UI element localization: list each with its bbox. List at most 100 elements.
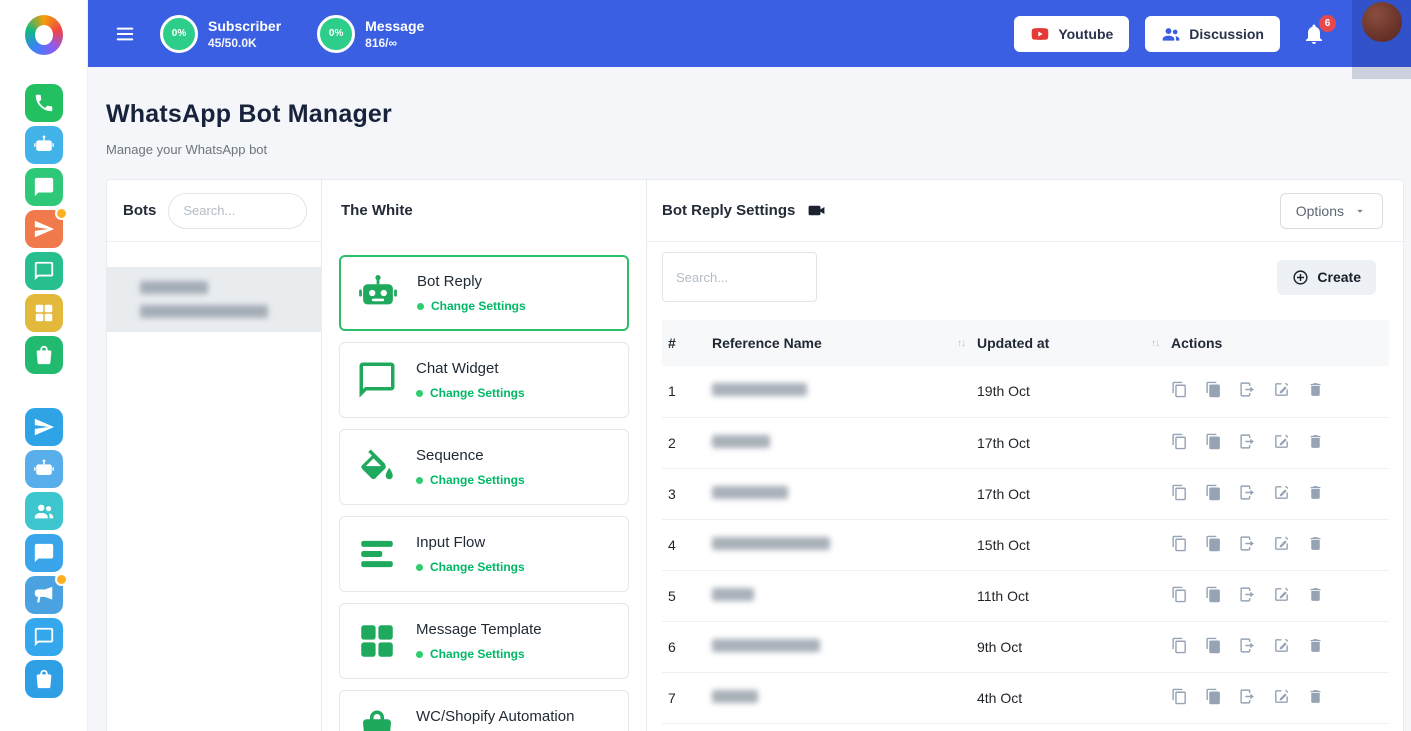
edit-button[interactable] — [1273, 381, 1290, 398]
notification-dot — [55, 207, 68, 220]
actions-cell — [1165, 417, 1389, 468]
sidebar-item-logo[interactable] — [25, 16, 63, 54]
export-icon — [1239, 637, 1256, 654]
setting-icon-wrap — [354, 357, 400, 403]
change-settings-link[interactable]: Change Settings — [417, 299, 526, 313]
clone-button[interactable] — [1205, 637, 1222, 654]
copy-button[interactable] — [1171, 484, 1188, 501]
copy-button[interactable] — [1171, 433, 1188, 450]
delete-button[interactable] — [1307, 688, 1324, 705]
export-button[interactable] — [1239, 586, 1256, 603]
edit-button[interactable] — [1273, 484, 1290, 501]
edit-button[interactable] — [1273, 688, 1290, 705]
copy-button[interactable] — [1171, 688, 1188, 705]
menu-toggle[interactable] — [114, 23, 136, 45]
sort-arrows-icon[interactable]: ↑↓ — [1151, 338, 1159, 349]
copy-button[interactable] — [1171, 535, 1188, 552]
sidebar-item-whatsapp-flows[interactable] — [25, 294, 63, 332]
youtube-button-label: Youtube — [1058, 26, 1113, 42]
youtube-button[interactable]: Youtube — [1014, 16, 1129, 52]
copy-button[interactable] — [1171, 637, 1188, 654]
discussion-button[interactable]: Discussion — [1145, 16, 1280, 52]
video-tutorial-button[interactable] — [807, 201, 826, 220]
clone-button[interactable] — [1205, 586, 1222, 603]
change-settings-link[interactable]: Change Settings — [416, 560, 525, 574]
setting-card-input-flow[interactable]: Input Flow Change Settings — [339, 516, 629, 592]
change-settings-link[interactable]: Change Settings — [416, 647, 542, 661]
edit-button[interactable] — [1273, 637, 1290, 654]
clone-button[interactable] — [1205, 433, 1222, 450]
delete-button[interactable] — [1307, 381, 1324, 398]
copy-button[interactable] — [1171, 381, 1188, 398]
message-value: 816/∞ — [365, 36, 424, 50]
message-label: Message — [365, 17, 424, 36]
column-reference-name[interactable]: Reference Name ↑↓ — [706, 320, 971, 366]
change-settings-link[interactable]: Change Settings — [416, 386, 525, 400]
delete-button[interactable] — [1307, 637, 1324, 654]
export-button[interactable] — [1239, 433, 1256, 450]
setting-card-message-template[interactable]: Message Template Change Settings — [339, 603, 629, 679]
sidebar-item-telegram-bot[interactable] — [25, 450, 63, 488]
bot-list-item-selected[interactable] — [107, 267, 321, 332]
clone-button[interactable] — [1205, 688, 1222, 705]
change-settings-link[interactable]: Change Settings — [416, 473, 525, 487]
export-button[interactable] — [1239, 688, 1256, 705]
sidebar-item-whatsapp-broadcast[interactable] — [25, 210, 63, 248]
bots-search-input[interactable] — [168, 193, 307, 229]
setting-card-chat-widget[interactable]: Chat Widget Change Settings — [339, 342, 629, 418]
sidebar-item-telegram-chat[interactable] — [25, 618, 63, 656]
setting-card-sequence[interactable]: Sequence Change Settings — [339, 429, 629, 505]
setting-card-bot-reply[interactable]: Bot Reply Change Settings — [339, 255, 629, 331]
sidebar-item-whatsapp-shop[interactable] — [25, 336, 63, 374]
options-button[interactable]: Options — [1280, 193, 1383, 229]
bot-icon — [33, 134, 55, 156]
edit-button[interactable] — [1273, 433, 1290, 450]
sidebar-item-whatsapp-bot[interactable] — [25, 126, 63, 164]
setting-icon-wrap — [354, 705, 400, 731]
setting-label: Chat Widget — [416, 360, 525, 377]
export-button[interactable] — [1239, 637, 1256, 654]
clone-button[interactable] — [1205, 484, 1222, 501]
reply-search-input[interactable] — [662, 252, 817, 302]
column-updated-at[interactable]: Updated at ↑↓ — [971, 320, 1165, 366]
delete-button[interactable] — [1307, 535, 1324, 552]
delete-button[interactable] — [1307, 433, 1324, 450]
copy-button[interactable] — [1171, 586, 1188, 603]
edit-button[interactable] — [1273, 535, 1290, 552]
edit-icon — [1273, 688, 1290, 705]
copy-icon — [1171, 484, 1188, 501]
create-button[interactable]: Create — [1277, 260, 1376, 295]
sidebar-item-telegram-shop[interactable] — [25, 660, 63, 698]
notifications-button[interactable]: 6 — [1302, 22, 1326, 46]
subscriber-label: Subscriber — [208, 17, 281, 36]
sort-arrows-icon[interactable]: ↑↓ — [957, 338, 965, 349]
delete-button[interactable] — [1307, 586, 1324, 603]
sidebar-item-telegram[interactable] — [25, 408, 63, 446]
sidebar-item-whatsapp-widget[interactable] — [25, 168, 63, 206]
edit-button[interactable] — [1273, 586, 1290, 603]
sidebar-item-telegram-broadcast[interactable] — [25, 576, 63, 614]
actions-cell — [1165, 366, 1389, 417]
delete-button[interactable] — [1307, 484, 1324, 501]
actions-cell — [1165, 672, 1389, 723]
table-row: 3 17th Oct — [662, 468, 1389, 519]
export-button[interactable] — [1239, 484, 1256, 501]
table-row: 8 — [662, 723, 1389, 731]
setting-card-wc-shopify-automation[interactable]: WC/Shopify Automation Change Settings — [339, 690, 629, 731]
sidebar-item-whatsapp[interactable] — [25, 84, 63, 122]
setting-icon-wrap — [354, 444, 400, 490]
user-avatar[interactable] — [1362, 2, 1402, 42]
actions-cell — [1165, 468, 1389, 519]
setting-info: WC/Shopify Automation Change Settings — [416, 708, 574, 731]
clone-button[interactable] — [1205, 381, 1222, 398]
sidebar-item-telegram-group[interactable] — [25, 492, 63, 530]
bots-panel-title: Bots — [123, 202, 156, 219]
row-number: 4 — [662, 519, 706, 570]
status-dot — [416, 651, 423, 658]
edit-icon — [1273, 484, 1290, 501]
sidebar-item-telegram-widget[interactable] — [25, 534, 63, 572]
sidebar-item-whatsapp-chat[interactable] — [25, 252, 63, 290]
export-button[interactable] — [1239, 535, 1256, 552]
clone-button[interactable] — [1205, 535, 1222, 552]
export-button[interactable] — [1239, 381, 1256, 398]
